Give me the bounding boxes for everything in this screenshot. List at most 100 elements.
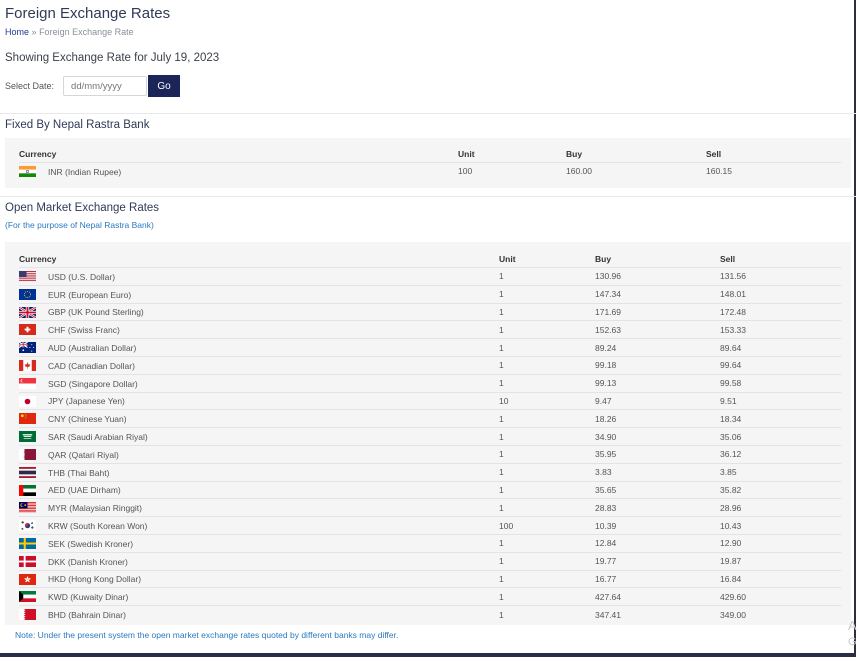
currency-name: MYR (Malaysian Ringgit) — [48, 502, 142, 513]
unit-cell: 1 — [499, 427, 595, 446]
currency-cell: INR (Indian Rupee) — [19, 162, 458, 180]
header-buy: Buy — [566, 148, 583, 159]
currency-cell: USD (U.S. Dollar) — [19, 267, 499, 286]
showing-date-text: Showing Exchange Rate for July 19, 2023 — [5, 52, 220, 64]
table-row: SEK (Swedish Kroner) 1 12.84 12.90 — [19, 533, 841, 553]
watermark-text: G — [848, 636, 857, 648]
unit-cell: 10 — [499, 391, 595, 410]
buy-cell: 130.96 — [595, 267, 720, 286]
buy-cell: 147.34 — [595, 284, 720, 304]
singapore-flag-icon — [19, 377, 36, 389]
unit-cell: 1 — [499, 587, 595, 606]
hong-kong-flag-icon — [19, 573, 36, 585]
unit-cell: 1 — [499, 498, 595, 517]
currency-name: CHF (Swiss Franc) — [48, 324, 120, 335]
unit-cell: 1 — [499, 320, 595, 339]
currency-name: BHD (Bahrain Dinar) — [48, 609, 126, 620]
uk-flag-icon — [19, 306, 36, 318]
date-input[interactable] — [63, 76, 148, 96]
buy-cell: 19.77 — [595, 551, 720, 571]
divider — [0, 196, 856, 197]
sell-cell: 131.56 — [720, 267, 841, 286]
buy-cell: 28.83 — [595, 498, 720, 517]
currency-name: SGD (Singapore Dollar) — [48, 378, 138, 389]
south-korea-flag-icon — [19, 520, 36, 532]
sell-cell: 349.00 — [720, 605, 841, 624]
unit-cell: 1 — [499, 533, 595, 553]
unit-cell: 1 — [499, 338, 595, 357]
eu-flag-icon — [19, 288, 36, 300]
page-frame: Foreign Exchange Rates Home » Foreign Ex… — [0, 0, 856, 657]
currency-name: HKD (Hong Kong Dollar) — [48, 574, 142, 585]
unit-cell: 1 — [499, 302, 595, 321]
currency-cell: KWD (Kuwaity Dinar) — [19, 587, 499, 606]
buy-cell: 152.63 — [595, 320, 720, 339]
denmark-flag-icon — [19, 555, 36, 567]
canada-flag-icon — [19, 360, 36, 371]
currency-cell: GBP (UK Pound Sterling) — [19, 302, 499, 321]
page-title: Foreign Exchange Rates — [5, 5, 171, 22]
buy-cell: 34.90 — [595, 427, 720, 446]
unit-cell: 1 — [499, 444, 595, 464]
sell-cell: 99.58 — [720, 373, 841, 393]
currency-name: SAR (Saudi Arabian Riyal) — [48, 431, 148, 442]
sell-cell: 429.60 — [720, 587, 841, 606]
open-market-subtitle: (For the purpose of Nepal Rastra Bank) — [5, 220, 154, 230]
sell-cell: 35.82 — [720, 480, 841, 499]
buy-cell: 9.47 — [595, 391, 720, 410]
sell-cell: 153.33 — [720, 320, 841, 339]
kuwait-flag-icon — [19, 591, 36, 603]
currency-cell: SEK (Swedish Kroner) — [19, 533, 499, 553]
australia-flag-icon — [19, 342, 36, 354]
currency-cell: AED (UAE Dirham) — [19, 480, 499, 499]
table-row: SGD (Singapore Dollar) 1 99.13 99.58 — [19, 373, 841, 393]
sell-cell: 89.64 — [720, 338, 841, 357]
buy-cell: 35.95 — [595, 444, 720, 464]
table-row: JPY (Japanese Yen) 10 9.47 9.51 — [19, 391, 841, 410]
sell-cell: 12.90 — [720, 533, 841, 553]
table-row: INR (Indian Rupee) 100 160.00 160.15 — [19, 162, 841, 180]
buy-cell: 171.69 — [595, 302, 720, 321]
header-sell: Sell — [720, 253, 736, 264]
watermark-text: A — [848, 618, 857, 633]
table-row: QAR (Qatari Riyal) 1 35.95 36.12 — [19, 444, 841, 464]
sell-cell: 28.96 — [720, 498, 841, 517]
currency-cell: KRW (South Korean Won) — [19, 516, 499, 535]
buy-cell: 347.41 — [595, 605, 720, 624]
currency-name: JPY (Japanese Yen) — [48, 396, 125, 407]
buy-cell: 3.83 — [595, 462, 720, 482]
uae-flag-icon — [19, 484, 36, 496]
table-row: EUR (European Euro) 1 147.34 148.01 — [19, 284, 841, 304]
currency-cell: MYR (Malaysian Ringgit) — [19, 498, 499, 517]
unit-cell: 1 — [499, 551, 595, 571]
currency-cell: QAR (Qatari Riyal) — [19, 444, 499, 464]
open-market-section-title: Open Market Exchange Rates — [5, 202, 160, 214]
table-header-row: Currency Unit Buy Sell — [19, 145, 841, 163]
japan-flag-icon — [19, 395, 36, 407]
currency-name: INR (Indian Rupee) — [48, 166, 122, 177]
buy-cell: 89.24 — [595, 338, 720, 357]
sell-cell: 172.48 — [720, 302, 841, 321]
buy-cell: 99.13 — [595, 373, 720, 393]
sell-cell: 3.85 — [720, 462, 841, 482]
breadcrumb-home-link[interactable]: Home — [5, 27, 29, 37]
malaysia-flag-icon — [19, 502, 36, 514]
table-row: HKD (Hong Kong Dollar) 1 16.77 16.84 — [19, 569, 841, 588]
open-market-note: Note: Under the present system the open … — [15, 630, 399, 640]
currency-name: USD (U.S. Dollar) — [48, 271, 116, 282]
currency-cell: EUR (European Euro) — [19, 284, 499, 304]
fixed-rates-table: Currency Unit Buy Sell INR (Indian Rupee… — [19, 145, 841, 180]
go-button[interactable]: Go — [148, 75, 181, 97]
sell-cell: 160.15 — [706, 162, 841, 180]
table-row: AUD (Australian Dollar) 1 89.24 89.64 — [19, 338, 841, 357]
bahrain-flag-icon — [19, 609, 36, 621]
saudi-arabia-flag-icon — [19, 431, 36, 443]
china-flag-icon — [19, 413, 36, 425]
currency-cell: CAD (Canadian Dollar) — [19, 355, 499, 375]
unit-cell: 1 — [499, 480, 595, 499]
buy-cell: 160.00 — [566, 162, 706, 180]
sweden-flag-icon — [19, 537, 36, 549]
breadcrumb-separator: » — [31, 27, 37, 37]
currency-cell: CHF (Swiss Franc) — [19, 320, 499, 339]
qatar-flag-icon — [19, 448, 36, 460]
